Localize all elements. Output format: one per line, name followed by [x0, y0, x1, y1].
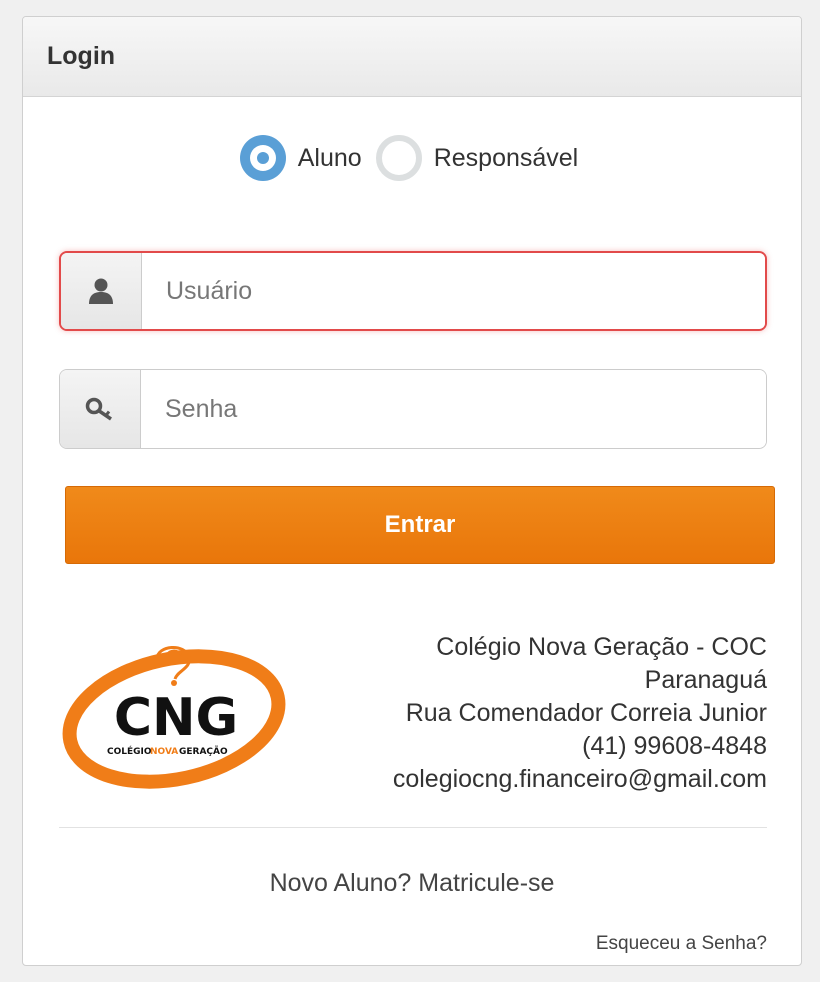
register-link[interactable]: Novo Aluno? Matricule-se [23, 869, 801, 898]
svg-text:COLÉGIO: COLÉGIO [107, 745, 152, 757]
school-email: colegiocng.financeiro@gmail.com [392, 765, 767, 793]
radio-label-responsavel[interactable]: Responsável [434, 144, 579, 173]
user-icon [89, 278, 113, 304]
radio-option-aluno[interactable]: Aluno [239, 135, 368, 181]
radio-label-aluno[interactable]: Aluno [298, 144, 362, 173]
username-input-group [59, 251, 767, 331]
user-type-radio-group: Aluno Responsável [23, 135, 801, 181]
login-panel: Login Aluno Responsável Usuário Entrar C… [22, 16, 802, 966]
forgot-password-link[interactable]: Esqueceu a Senha? [596, 933, 767, 955]
key-icon-addon [60, 370, 141, 448]
cng-logo-image: CNG COLÉGIO NOVA GERAÇÃO [59, 631, 289, 791]
svg-text:NOVA: NOVA [150, 747, 178, 757]
school-address: Rua Comendador Correia Junior [405, 699, 767, 727]
key-icon [85, 397, 112, 421]
radio-responsavel[interactable] [375, 135, 422, 181]
panel-header: Login [23, 17, 801, 97]
password-input-group [59, 369, 767, 449]
password-input[interactable] [141, 370, 766, 448]
radio-aluno[interactable] [239, 135, 286, 181]
username-input[interactable] [142, 253, 765, 329]
school-info: Colégio Nova Geração - COC Paranaguá Rua… [393, 631, 767, 796]
svg-text:CNG: CNG [114, 688, 238, 748]
svg-text:GERAÇÃO: GERAÇÃO [179, 746, 228, 757]
school-city: Paranaguá [644, 666, 767, 694]
panel-title: Login [47, 42, 116, 70]
user-icon-addon [61, 253, 142, 329]
school-phone: (41) 99608-4848 [582, 732, 767, 760]
login-button[interactable]: Entrar [65, 486, 775, 564]
radio-option-responsavel[interactable]: Responsável [375, 135, 585, 181]
divider [59, 827, 767, 828]
school-logo: CNG COLÉGIO NOVA GERAÇÃO [59, 631, 289, 791]
school-name: Colégio Nova Geração - COC [436, 633, 767, 661]
